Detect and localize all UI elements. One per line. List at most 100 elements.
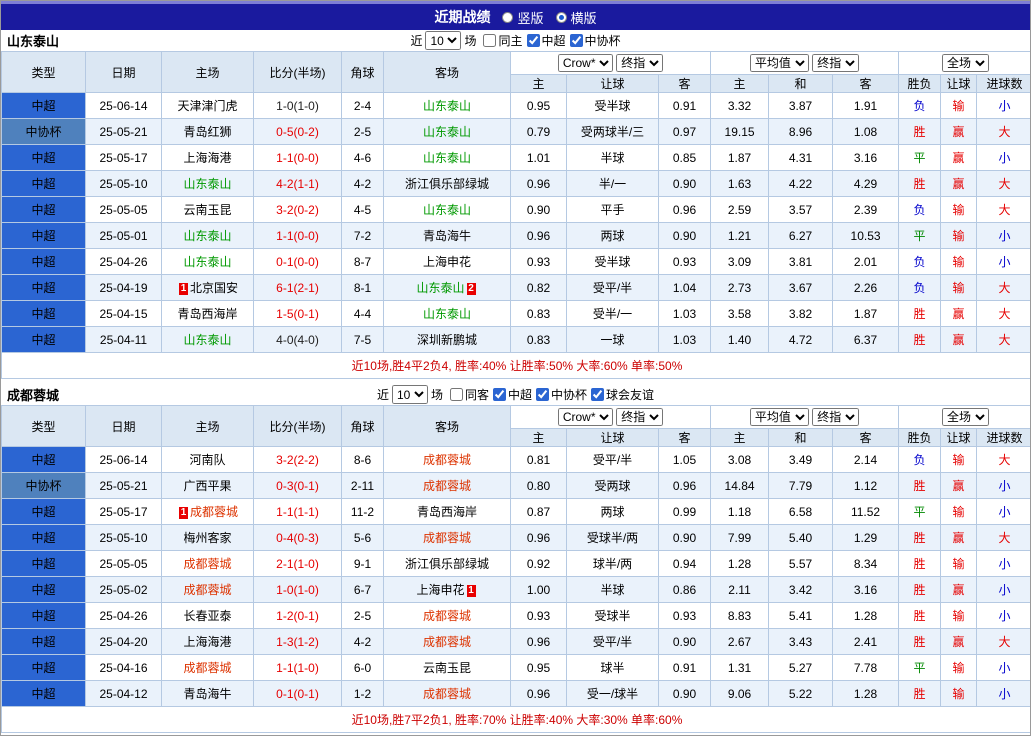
home-team-name[interactable]: 长春亚泰 — [183, 609, 231, 623]
filter-checkbox[interactable] — [526, 34, 540, 47]
match-score[interactable]: 1-1(1-1) — [253, 498, 342, 525]
odds-stage-select[interactable]: 终指 — [616, 408, 664, 426]
match-date: 25-05-10 — [85, 170, 162, 197]
match-score[interactable]: 0-1(0-1) — [253, 680, 342, 707]
match-count-select[interactable]: 10 — [425, 31, 462, 50]
home-team-name[interactable]: 成都蓉城 — [183, 583, 231, 597]
filter-option[interactable]: 同主 — [483, 32, 523, 49]
match-score[interactable]: 1-0(1-0) — [253, 576, 342, 603]
odds-stage-select[interactable]: 终指 — [616, 54, 664, 72]
fulltime-select[interactable]: 全场 — [942, 54, 990, 72]
away-team-name[interactable]: 山东泰山 — [423, 307, 471, 321]
filter-checkbox[interactable] — [483, 34, 497, 47]
away-team-name[interactable]: 云南玉昆 — [423, 661, 471, 675]
radio-horizontal-option[interactable]: 横版 — [555, 8, 597, 27]
result-handicap: 赢 — [940, 170, 978, 197]
home-team-name[interactable]: 北京国安 — [190, 281, 238, 295]
filter-option[interactable]: 球会友谊 — [591, 386, 654, 403]
away-team-name[interactable]: 山东泰山 — [423, 151, 471, 165]
average-select[interactable]: 平均值 — [749, 54, 809, 72]
fulltime-select[interactable]: 全场 — [942, 408, 990, 426]
filter-checkbox[interactable] — [493, 388, 506, 401]
match-score[interactable]: 1-1(1-0) — [253, 654, 342, 681]
away-team-name[interactable]: 山东泰山 — [416, 281, 464, 295]
avg-stage-select[interactable]: 终指 — [812, 408, 860, 426]
match-score[interactable]: 1-1(0-0) — [253, 144, 342, 171]
filter-option[interactable]: 同客 — [449, 386, 489, 403]
home-team-name[interactable]: 天津津门虎 — [177, 99, 237, 113]
away-team-name[interactable]: 山东泰山 — [423, 125, 471, 139]
match-score[interactable]: 2-1(1-0) — [253, 550, 342, 577]
match-score[interactable]: 1-1(0-0) — [253, 222, 342, 249]
home-team-name[interactable]: 青岛西海岸 — [177, 307, 237, 321]
match-score[interactable]: 0-4(0-3) — [253, 524, 342, 551]
away-team-name[interactable]: 成都蓉城 — [423, 687, 471, 701]
away-team-name[interactable]: 成都蓉城 — [423, 609, 471, 623]
away-team-name[interactable]: 浙江俱乐部绿城 — [405, 557, 489, 571]
league-filter-checkboxes: 同主 中超 中协杯 — [479, 32, 621, 49]
filter-checkbox[interactable] — [536, 388, 550, 401]
avg-odds-draw: 5.27 — [768, 654, 834, 681]
match-score[interactable]: 4-2(1-1) — [253, 170, 342, 197]
home-team-name[interactable]: 山东泰山 — [183, 333, 231, 347]
filter-checkbox[interactable] — [591, 388, 605, 401]
league-badge: 中超 — [1, 196, 86, 223]
away-team-name[interactable]: 成都蓉城 — [423, 531, 471, 545]
home-team-name[interactable]: 山东泰山 — [183, 229, 231, 243]
home-team-name[interactable]: 成都蓉城 — [190, 505, 238, 519]
filter-option[interactable]: 中超 — [526, 32, 566, 49]
home-team-name[interactable]: 山东泰山 — [183, 177, 231, 191]
match-score[interactable]: 1-2(0-1) — [253, 602, 342, 629]
filter-option[interactable]: 中协杯 — [569, 32, 621, 49]
result-goals: 小 — [976, 576, 1030, 603]
away-team-name[interactable]: 成都蓉城 — [423, 479, 471, 493]
away-team-name[interactable]: 山东泰山 — [423, 203, 471, 217]
match-score[interactable]: 0-3(0-1) — [253, 472, 342, 499]
bookmaker-select[interactable]: Crow* — [557, 408, 613, 426]
home-team-cell: 成都蓉城 — [161, 550, 254, 577]
away-team-name[interactable]: 青岛海牛 — [423, 229, 471, 243]
away-team-name[interactable]: 上海申花 — [416, 583, 464, 597]
radio-vertical-option[interactable]: 竖版 — [502, 8, 544, 27]
filter-checkbox[interactable] — [449, 388, 463, 401]
away-team-name[interactable]: 成都蓉城 — [423, 635, 471, 649]
match-score[interactable]: 1-5(0-1) — [253, 300, 342, 327]
match-score[interactable]: 3-2(0-2) — [253, 196, 342, 223]
home-team-name[interactable]: 青岛红狮 — [183, 125, 231, 139]
home-team-name[interactable]: 成都蓉城 — [183, 557, 231, 571]
match-score[interactable]: 4-0(4-0) — [253, 326, 342, 353]
match-score[interactable]: 6-1(2-1) — [253, 274, 342, 301]
avg-odds-draw: 3.43 — [768, 628, 834, 655]
home-team-name[interactable]: 上海海港 — [183, 635, 231, 649]
away-team-name[interactable]: 青岛西海岸 — [417, 505, 477, 519]
home-team-name[interactable]: 成都蓉城 — [183, 661, 231, 675]
away-team-name[interactable]: 山东泰山 — [423, 99, 471, 113]
filter-checkbox[interactable] — [569, 34, 583, 47]
match-score[interactable]: 0-5(0-2) — [253, 118, 342, 145]
filter-option[interactable]: 中协杯 — [536, 386, 587, 403]
bookmaker-select[interactable]: Crow* — [557, 54, 613, 72]
home-team-cell: 山东泰山 — [161, 222, 254, 249]
match-score[interactable]: 3-2(2-2) — [253, 446, 342, 473]
sub-header-goals-result: 进球数 — [976, 428, 1030, 447]
filter-checkbox-label: 同客 — [464, 388, 489, 402]
home-team-name[interactable]: 青岛海牛 — [183, 687, 231, 701]
average-select[interactable]: 平均值 — [749, 408, 809, 426]
home-team-name[interactable]: 云南玉昆 — [183, 203, 231, 217]
home-team-name[interactable]: 梅州客家 — [183, 531, 231, 545]
filter-option[interactable]: 中超 — [493, 386, 532, 403]
match-score[interactable]: 0-1(0-0) — [253, 248, 342, 275]
home-team-name[interactable]: 广西平果 — [183, 479, 231, 493]
away-team-name[interactable]: 深圳新鹏城 — [417, 333, 477, 347]
home-team-name[interactable]: 上海海港 — [183, 151, 231, 165]
match-score[interactable]: 1-3(1-2) — [253, 628, 342, 655]
result-goals: 大 — [976, 524, 1030, 551]
avg-stage-select[interactable]: 终指 — [812, 54, 860, 72]
match-score[interactable]: 1-0(1-0) — [253, 92, 342, 119]
match-count-select[interactable]: 10 — [391, 385, 428, 404]
away-team-name[interactable]: 上海申花 — [423, 255, 471, 269]
away-team-name[interactable]: 成都蓉城 — [423, 453, 471, 467]
home-team-name[interactable]: 山东泰山 — [183, 255, 231, 269]
away-team-name[interactable]: 浙江俱乐部绿城 — [405, 177, 489, 191]
home-team-name[interactable]: 河南队 — [189, 453, 225, 467]
